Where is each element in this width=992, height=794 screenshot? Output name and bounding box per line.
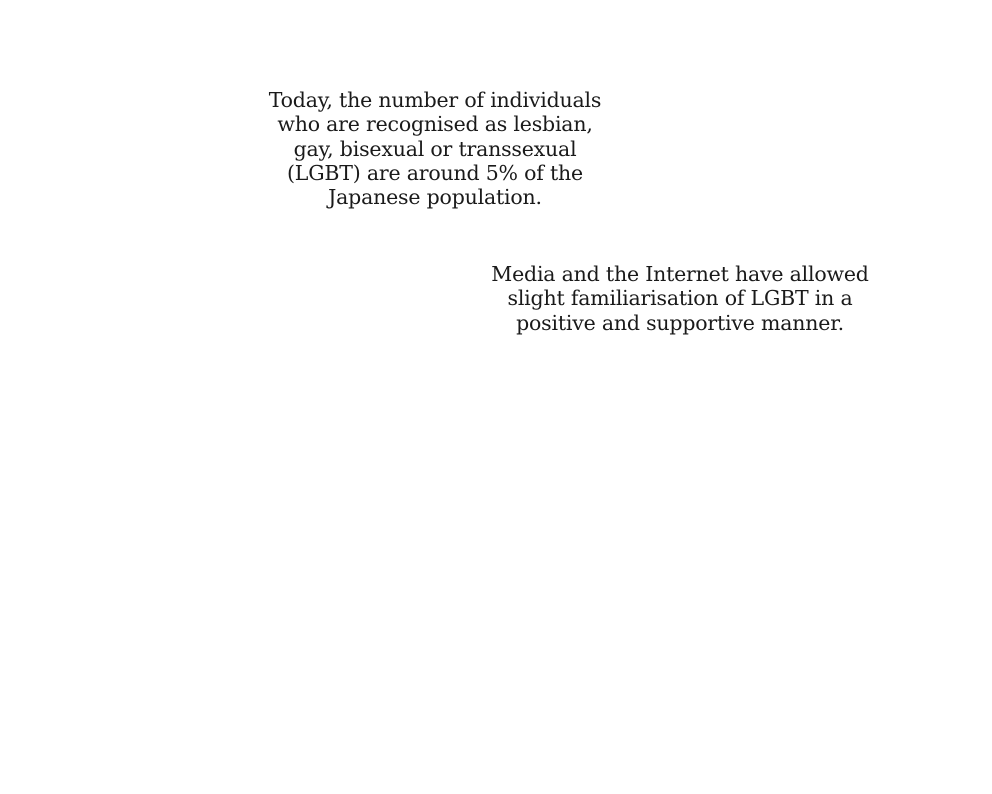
paragraph-line: Japanese population. <box>328 185 542 210</box>
paragraph-lgbt-population: Today, the number of individuals who are… <box>236 88 634 209</box>
paragraph-line: who are recognised as lesbian, <box>277 112 593 137</box>
paragraph-media-internet: Media and the Internet have allowed slig… <box>462 262 898 335</box>
paragraph-line: slight familiarisation of LGBT in a <box>507 286 853 311</box>
document-page: { "paragraphs": [ { "lines": [ "Today, t… <box>0 0 992 794</box>
paragraph-line: positive and supportive manner. <box>516 310 844 335</box>
paragraph-line: gay, bisexual or transsexual <box>293 136 577 161</box>
paragraph-line: Today, the number of individuals <box>268 88 602 112</box>
paragraph-line: Media and the Internet have allowed <box>491 262 869 286</box>
paragraph-line: (LGBT) are around 5% of the <box>287 160 583 185</box>
